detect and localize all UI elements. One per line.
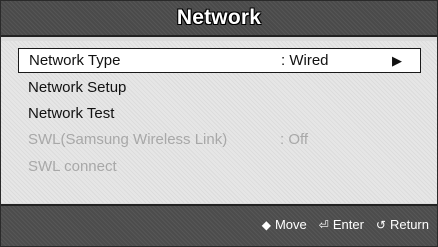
menu-item-label: SWL(Samsung Wireless Link) <box>28 131 228 148</box>
menu-item-network-setup[interactable]: Network Setup <box>18 75 421 100</box>
bottom-hint-bar: ◆ Move ⏎ Enter ↺ Return <box>1 204 437 246</box>
key-hints: ◆ Move ⏎ Enter ↺ Return <box>262 217 429 232</box>
menu-item-label: Network Test <box>28 105 115 122</box>
menu-item-network-type[interactable]: Network Type : Wired ▶ <box>18 48 421 73</box>
menu-item-swl: SWL(Samsung Wireless Link) : Off <box>18 127 421 152</box>
chevron-right-icon: ▶ <box>392 52 402 68</box>
enter-hint-label: Enter <box>332 217 364 232</box>
return-hint-label: Return <box>389 217 429 232</box>
menu-item-label: SWL connect <box>28 158 117 175</box>
menu-item-value: : Wired <box>281 52 329 69</box>
title-bar: Network <box>1 1 437 37</box>
move-hint-label: Move <box>274 217 307 232</box>
menu-item-label: Network Setup <box>28 79 127 96</box>
network-menu-window: Network Network Type : Wired ▶ Network S… <box>0 0 438 247</box>
network-menu-list: Network Type : Wired ▶ Network Setup Net… <box>1 41 437 203</box>
menu-item-network-test[interactable]: Network Test <box>18 101 421 126</box>
move-hint: ◆ Move <box>262 217 307 232</box>
enter-icon: ⏎ <box>318 217 329 232</box>
return-icon: ↺ <box>375 217 386 232</box>
menu-item-swl-connect: SWL connect <box>18 154 421 179</box>
menu-item-value: : Off <box>280 131 309 148</box>
enter-hint: ⏎ Enter <box>319 217 364 232</box>
page-title: Network <box>176 6 262 29</box>
return-hint: ↺ Return <box>376 217 429 232</box>
menu-item-label: Network Type <box>29 52 121 69</box>
move-diamond-icon: ◆ <box>261 217 271 232</box>
